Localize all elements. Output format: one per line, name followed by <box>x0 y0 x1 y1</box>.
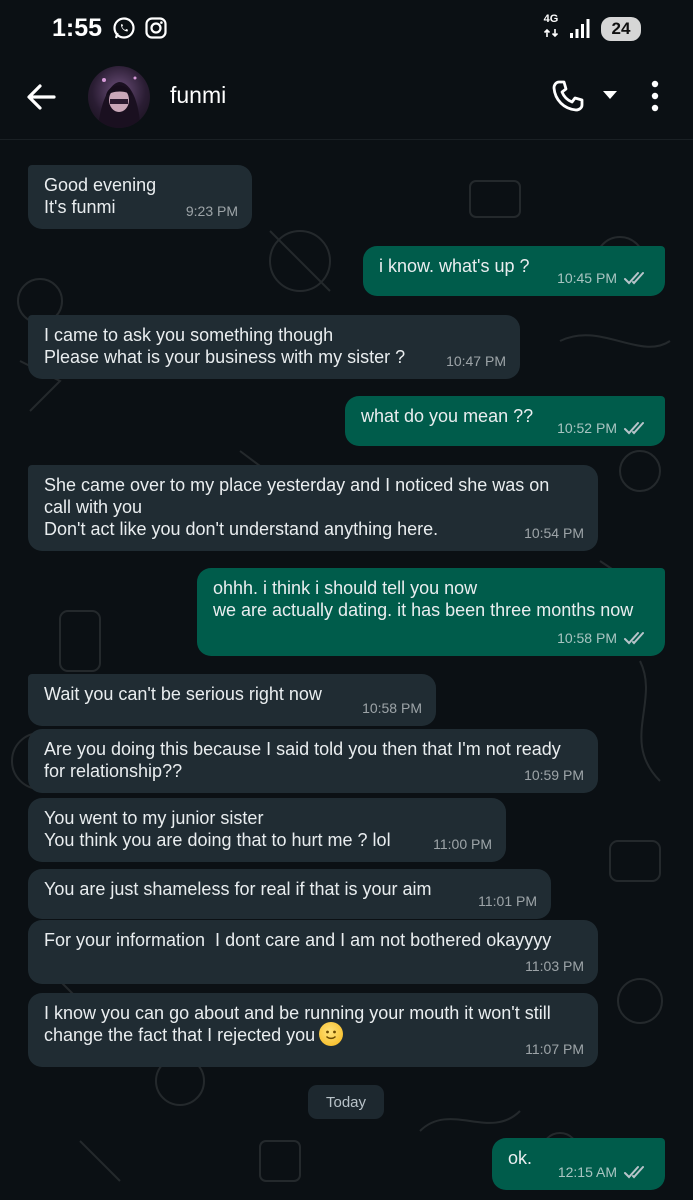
message-time: 11:00 PM <box>433 836 492 852</box>
avatar-image <box>98 76 140 128</box>
incoming-message-bubble[interactable]: Wait you can't be serious right now 10:58… <box>28 674 436 726</box>
data-arrows-icon <box>543 28 559 38</box>
message-meta: 10:45 PM <box>557 267 651 289</box>
message-text: For your information I dont care and I a… <box>44 930 552 950</box>
incoming-message-bubble[interactable]: Good evening It's funmi 9:23 PM <box>28 165 252 229</box>
message-text: ohhh. i think i should tell you now we a… <box>213 578 634 620</box>
message-time: 10:52 PM <box>557 420 617 436</box>
status-right: 4G 24 <box>543 14 641 43</box>
message-time: 10:47 PM <box>446 353 506 369</box>
message-meta: 11:07 PM <box>525 1038 584 1060</box>
message-time: 12:15 AM <box>557 1164 617 1180</box>
read-receipt-icon <box>624 272 644 285</box>
incoming-message-bubble[interactable]: I came to ask you something though Pleas… <box>28 315 520 379</box>
message-text: I know you can go about and be running y… <box>44 1003 551 1047</box>
message-text: You went to my junior sister You think y… <box>44 808 391 850</box>
incoming-message-bubble[interactable]: She came over to my place yesterday and … <box>28 465 598 551</box>
message-meta: 10:59 PM <box>524 764 584 786</box>
incoming-message-bubble[interactable]: You are just shameless for real if that … <box>28 869 551 919</box>
outgoing-message-bubble[interactable]: i know. what's up ? 10:45 PM <box>363 246 665 296</box>
voice-call-icon[interactable] <box>550 78 586 114</box>
message-meta: 10:58 PM <box>362 697 422 719</box>
read-receipt-icon <box>624 422 644 435</box>
message-meta: 11:01 PM <box>478 890 537 912</box>
message-time: 10:58 PM <box>362 700 422 716</box>
message-time: 11:01 PM <box>478 893 537 909</box>
message-text: You are just shameless for real if that … <box>44 879 432 899</box>
instagram-icon <box>145 17 167 39</box>
incoming-message-bubble[interactable]: You went to my junior sister You think y… <box>28 798 506 862</box>
read-receipt-icon <box>624 632 644 645</box>
outgoing-message-bubble[interactable]: ohhh. i think i should tell you now we a… <box>197 568 665 656</box>
read-receipt-icon <box>624 1166 644 1179</box>
message-time: 10:54 PM <box>524 525 584 541</box>
incoming-message-bubble[interactable]: Are you doing this because I said told y… <box>28 729 598 793</box>
message-time: 11:07 PM <box>525 1041 584 1057</box>
outgoing-message-bubble[interactable]: ok. 12:15 AM <box>492 1138 665 1190</box>
message-time: 10:58 PM <box>557 630 617 646</box>
back-arrow-icon[interactable] <box>24 80 58 114</box>
message-meta: 9:23 PM <box>186 200 238 222</box>
day-divider: Today <box>308 1085 384 1119</box>
whatsapp-icon <box>113 17 135 39</box>
contact-avatar[interactable] <box>88 66 150 128</box>
message-text: I came to ask you something though Pleas… <box>44 325 406 367</box>
message-time: 11:03 PM <box>525 958 584 974</box>
chat-header: funmi <box>0 58 693 140</box>
message-meta: 10:47 PM <box>446 350 506 372</box>
status-app-icons <box>112 16 168 40</box>
chevron-down-icon[interactable] <box>601 89 619 101</box>
message-meta: 10:58 PM <box>557 627 651 649</box>
message-meta: 10:54 PM <box>524 522 584 544</box>
battery-indicator: 24 <box>601 16 641 41</box>
more-options-icon[interactable] <box>648 78 662 114</box>
message-meta: 10:52 PM <box>557 417 651 439</box>
message-time: 10:45 PM <box>557 270 617 286</box>
message-text: She came over to my place yesterday and … <box>44 475 550 539</box>
contact-name[interactable]: funmi <box>170 82 226 109</box>
message-time: 10:59 PM <box>524 767 584 783</box>
message-time: 9:23 PM <box>185 203 238 219</box>
slightly-smiling-face-emoji <box>319 1022 344 1047</box>
incoming-message-bubble[interactable]: For your information I dont care and I a… <box>28 920 598 984</box>
outgoing-message-bubble[interactable]: what do you mean ?? 10:52 PM <box>345 396 665 446</box>
message-text: Are you doing this because I said told y… <box>44 739 561 781</box>
status-bar: 1:55 4G 24 <box>0 0 693 58</box>
network-indicator: 4G <box>543 14 559 43</box>
message-meta: 12:15 AM <box>558 1161 651 1183</box>
message-meta: 11:03 PM <box>525 955 584 977</box>
signal-icon <box>570 18 590 38</box>
chat-thread[interactable]: Good evening It's funmi 9:23 PM i know. wh… <box>0 141 693 1200</box>
incoming-message-bubble[interactable]: I know you can go about and be running y… <box>28 993 598 1067</box>
status-time: 1:55 <box>52 14 103 42</box>
network-type: 4G <box>543 13 559 25</box>
message-meta: 11:00 PM <box>433 833 492 855</box>
